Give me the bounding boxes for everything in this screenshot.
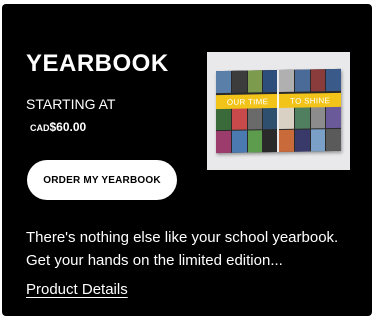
banner-text-left: OUR TIME xyxy=(226,96,269,107)
order-my-yearbook-button[interactable]: ORDER MY YEARBOOK xyxy=(27,160,177,200)
starting-at-label: STARTING AT xyxy=(26,96,116,112)
price-currency: CAD xyxy=(30,123,50,133)
book-spine xyxy=(277,69,279,153)
divider xyxy=(20,316,367,318)
product-details-link[interactable]: Product Details xyxy=(26,280,128,300)
product-title: YEARBOOK xyxy=(26,50,169,77)
yearbook-product-image[interactable]: OUR TIME TO SHINE xyxy=(207,52,350,170)
banner-text-right: TO SHINE xyxy=(290,95,331,106)
product-description: There's nothing else like your school ye… xyxy=(26,229,339,269)
price-amount: $60.00 xyxy=(49,120,87,134)
yearbook-spread-illustration: OUR TIME TO SHINE xyxy=(216,68,341,154)
product-price: CAD$60.00 xyxy=(30,119,86,136)
yearbook-product-card: YEARBOOK STARTING AT CAD$60.00 ORDER MY … xyxy=(2,4,372,318)
